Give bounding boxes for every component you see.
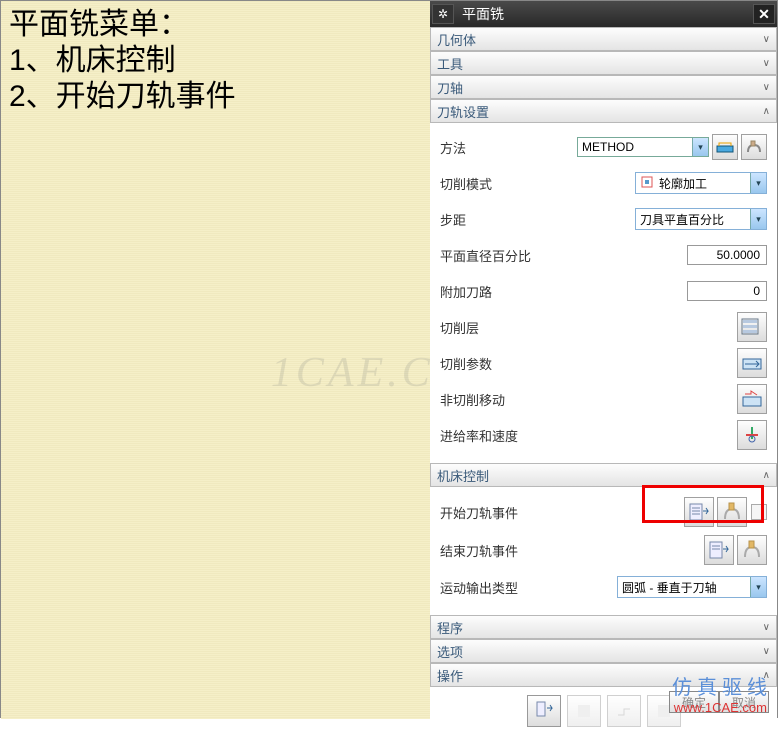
toolpath-body: 方法 METHOD ▾ 切削模式 轮廓加工 ▾ 步距 刀具平直百分比 ▾ — [430, 123, 777, 463]
startev-edit-button[interactable] — [717, 497, 747, 527]
chevron-down-icon: ∨ — [763, 34, 770, 45]
outtype-select[interactable]: 圆弧 - 垂直于刀轴 ▾ — [617, 576, 767, 598]
text-title: 平面铣菜单： — [9, 7, 423, 43]
section-geometry[interactable]: 几何体∨ — [430, 27, 777, 51]
method-select[interactable]: METHOD ▾ — [577, 137, 709, 157]
label-endev: 结束刀轨事件 — [440, 541, 701, 560]
endev-list-button[interactable] — [704, 535, 734, 565]
step-select[interactable]: 刀具平直百分比 ▾ — [635, 208, 767, 230]
startev-check[interactable] — [751, 504, 767, 520]
label-feed: 进给率和速度 — [440, 426, 734, 445]
chevron-down-icon: ▾ — [750, 577, 766, 597]
label-startev: 开始刀轨事件 — [440, 503, 681, 522]
section-toolpath[interactable]: 刀轨设置∧ — [430, 99, 777, 123]
label-outtype: 运动输出类型 — [440, 578, 617, 597]
label-method: 方法 — [440, 138, 577, 157]
section-options[interactable]: 选项∨ — [430, 639, 777, 663]
chevron-down-icon: ▾ — [692, 138, 708, 156]
section-tool[interactable]: 工具∨ — [430, 51, 777, 75]
close-button[interactable]: ✕ — [753, 4, 775, 24]
noncut-button[interactable] — [737, 384, 767, 414]
text-line2: 1、机床控制 — [9, 43, 423, 79]
titlebar: ✲ 平面铣 ✕ — [430, 1, 777, 27]
label-cutparam: 切削参数 — [440, 354, 734, 373]
label-pdp: 平面直径百分比 — [440, 246, 687, 265]
label-cutlayer: 切削层 — [440, 318, 734, 337]
verify-button — [607, 695, 641, 727]
chevron-down-icon: ∨ — [763, 622, 770, 633]
dialog-panel: ✲ 平面铣 ✕ 几何体∨ 工具∨ 刀轴∨ 刀轨设置∧ 方法 METHOD ▾ 切… — [430, 1, 777, 719]
cutmode-select[interactable]: 轮廓加工 ▾ — [635, 172, 767, 194]
endev-edit-button[interactable] — [737, 535, 767, 565]
mc-body: 开始刀轨事件 结束刀轨事件 运动输出类型 圆弧 - 垂直于刀轴 ▾ — [430, 487, 777, 615]
watermark-brand: 仿 真 驱 线 www.1CAE.com — [672, 671, 767, 715]
method-edit-button[interactable] — [741, 134, 767, 160]
addpath-input[interactable] — [687, 281, 767, 301]
chevron-down-icon: ▾ — [750, 209, 766, 229]
chevron-up-icon: ∧ — [763, 470, 770, 481]
chevron-up-icon: ∧ — [763, 106, 770, 117]
pdp-input[interactable] — [687, 245, 767, 265]
dialog-title: 平面铣 — [454, 4, 753, 24]
left-instructions: 平面铣菜单： 1、机床控制 2、开始刀轨事件 — [1, 1, 431, 719]
method-browse-button[interactable] — [712, 134, 738, 160]
section-axis[interactable]: 刀轴∨ — [430, 75, 777, 99]
generate-button[interactable] — [527, 695, 561, 727]
gear-icon[interactable]: ✲ — [432, 4, 454, 24]
label-cutmode: 切削模式 — [440, 174, 635, 193]
label-step: 步距 — [440, 210, 635, 229]
startev-list-button[interactable] — [684, 497, 714, 527]
text-line3: 2、开始刀轨事件 — [9, 79, 423, 115]
feed-button[interactable] — [737, 420, 767, 450]
chevron-down-icon: ∨ — [763, 58, 770, 69]
section-program[interactable]: 程序∨ — [430, 615, 777, 639]
profile-icon — [640, 175, 656, 191]
chevron-down-icon: ∨ — [763, 646, 770, 657]
cutparam-button[interactable] — [737, 348, 767, 378]
chevron-down-icon: ▾ — [750, 173, 766, 193]
label-noncut: 非切削移动 — [440, 390, 734, 409]
chevron-down-icon: ∨ — [763, 82, 770, 93]
label-addpath: 附加刀路 — [440, 282, 687, 301]
replay-button — [567, 695, 601, 727]
cutlayer-button[interactable] — [737, 312, 767, 342]
section-machine-control[interactable]: 机床控制∧ — [430, 463, 777, 487]
